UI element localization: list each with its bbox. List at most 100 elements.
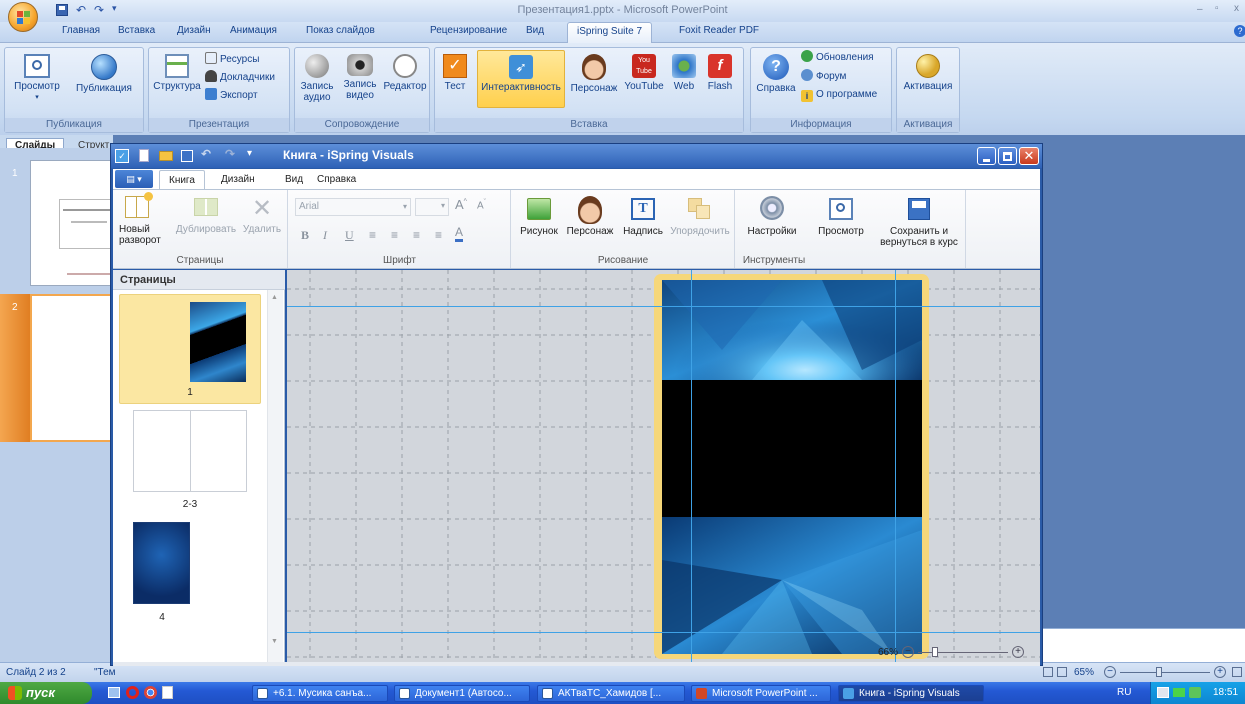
guide-line-vertical[interactable] — [895, 270, 896, 662]
maximize-button[interactable] — [998, 147, 1017, 165]
redo-icon[interactable]: ↷ — [225, 147, 235, 161]
flash-button[interactable]: f Flash — [703, 54, 737, 92]
close-icon[interactable]: x — [1234, 3, 1239, 14]
book-page-cover[interactable] — [662, 280, 922, 654]
help-icon[interactable]: ? — [1234, 25, 1245, 37]
tab-design[interactable]: Дизайн — [221, 174, 255, 185]
new-spread-button[interactable]: Новый разворот — [119, 192, 161, 246]
tab-slideshow[interactable]: Показ слайдов — [306, 25, 375, 36]
network-icon[interactable] — [1157, 687, 1169, 698]
show-desktop-icon[interactable] — [108, 687, 120, 698]
close-button[interactable]: ✕ — [1019, 147, 1039, 165]
opera-icon[interactable] — [126, 686, 139, 699]
tab-view[interactable]: Вид — [526, 25, 544, 36]
help-button[interactable]: ? Справка — [753, 54, 799, 94]
guide-line-horizontal[interactable] — [287, 306, 1040, 307]
page-thumb-1[interactable]: 1 — [119, 294, 261, 404]
slide-thumbnail[interactable] — [30, 160, 114, 286]
tab-animation[interactable]: Анимация — [230, 25, 277, 36]
open-folder-icon[interactable] — [159, 151, 173, 161]
font-color-button[interactable]: A — [455, 226, 464, 242]
tab-review[interactable]: Рецензирование — [430, 25, 507, 36]
language-indicator[interactable]: RU — [1117, 687, 1131, 698]
duplicate-button[interactable]: Дублировать — [171, 196, 241, 235]
sorter-view-icon[interactable] — [1057, 667, 1067, 677]
scroll-up-icon[interactable]: ▲ — [271, 294, 278, 301]
application-menu-button[interactable]: ▤ ▾ — [115, 170, 153, 188]
save-return-button[interactable]: Сохранить и вернуться в курс — [874, 196, 964, 248]
picture-button[interactable]: Рисунок — [516, 196, 562, 237]
page-thumb-2-3[interactable]: 2-3 — [119, 410, 261, 510]
undo-icon[interactable]: ↶ — [201, 147, 211, 161]
italic-button[interactable]: I — [323, 228, 327, 243]
slide-thumbnail[interactable] — [30, 294, 113, 442]
record-video-button[interactable]: Запись видео — [339, 54, 381, 101]
forum-button[interactable]: Форум — [801, 69, 846, 83]
structure-button[interactable]: Структура — [151, 54, 203, 92]
editor-button[interactable]: Редактор — [383, 54, 427, 92]
minimize-icon[interactable]: – — [1197, 4, 1203, 15]
grow-font-icon[interactable]: A^ — [455, 197, 467, 212]
save-icon[interactable] — [181, 150, 193, 162]
settings-button[interactable]: Настройки — [740, 196, 804, 237]
notes-pane[interactable] — [1040, 628, 1245, 662]
tab-ispring-suite[interactable]: iSpring Suite 7 — [567, 22, 653, 43]
ispring-zoom-out-icon[interactable]: − — [902, 646, 914, 658]
taskbar-item-1[interactable]: +6.1. Мусика санъа... — [252, 685, 388, 702]
speakers-button[interactable]: Докладчики — [205, 70, 275, 84]
shrink-font-icon[interactable]: Aˇ — [477, 199, 486, 211]
underline-button[interactable]: U — [345, 228, 354, 243]
align-center-icon[interactable]: ≡ — [391, 228, 398, 242]
volume-icon[interactable] — [1189, 687, 1201, 698]
character-button[interactable]: Персонаж — [567, 54, 621, 94]
record-audio-button[interactable]: Запись аудио — [297, 54, 337, 103]
minimize-button[interactable] — [977, 147, 996, 165]
scroll-down-icon[interactable]: ▼ — [271, 638, 278, 645]
preview-button[interactable]: Просмотр ▾ — [9, 54, 65, 103]
web-button[interactable]: Web — [669, 54, 699, 92]
export-button[interactable]: Экспорт — [205, 88, 258, 102]
zoom-slider[interactable] — [1120, 667, 1210, 677]
ispring-zoom-slider[interactable] — [918, 647, 1008, 657]
font-size-select[interactable]: ▾ — [415, 198, 449, 216]
tab-foxit-reader[interactable]: Foxit Reader PDF — [679, 25, 759, 36]
document-icon[interactable] — [162, 686, 173, 699]
battery-icon[interactable] — [1173, 688, 1185, 697]
align-right-icon[interactable]: ≡ — [413, 228, 420, 242]
office-button[interactable] — [8, 2, 38, 32]
ispring-zoom-in-icon[interactable]: + — [1012, 646, 1024, 658]
guide-line-vertical[interactable] — [691, 270, 692, 662]
page-editor-canvas[interactable] — [287, 270, 1040, 662]
pages-scrollbar[interactable]: ▲ ▼ — [267, 290, 283, 662]
taskbar-item-2[interactable]: Документ1 (Автосо... — [394, 685, 530, 702]
fit-slide-icon[interactable] — [1232, 667, 1242, 677]
youtube-button[interactable]: You Tube YouTube — [621, 54, 667, 92]
tab-insert[interactable]: Вставка — [118, 25, 155, 36]
toolbar-dropdown-icon[interactable]: ▾ — [247, 148, 252, 159]
restore-icon[interactable]: ▫ — [1215, 3, 1219, 14]
page-thumb-4[interactable]: 4 — [119, 522, 261, 623]
caption-button[interactable]: T Надпись — [618, 196, 668, 237]
tab-view[interactable]: Вид — [285, 174, 303, 185]
arrange-button[interactable]: Упорядочить — [668, 196, 732, 237]
guide-line-horizontal[interactable] — [287, 632, 1040, 633]
taskbar-item-3[interactable]: АКТваТС_Хамидов [... — [537, 685, 685, 702]
justify-icon[interactable]: ≡ — [435, 228, 442, 242]
clock[interactable]: 18:51 — [1213, 687, 1238, 698]
bold-button[interactable]: B — [301, 228, 309, 243]
chrome-icon[interactable] — [144, 686, 157, 699]
taskbar-item-4[interactable]: Microsoft PowerPoint ... — [691, 685, 831, 702]
start-button[interactable]: пуск — [0, 682, 92, 704]
interactivity-button[interactable]: ➶ Интерактивность — [477, 50, 565, 108]
delete-button[interactable]: ✕ Удалить — [241, 196, 283, 236]
activation-button[interactable]: Активация — [899, 54, 957, 92]
character-button[interactable]: Персонаж — [562, 196, 618, 237]
tab-design[interactable]: Дизайн — [177, 25, 211, 36]
preview-button[interactable]: Просмотр — [814, 196, 868, 237]
tab-book[interactable]: Книга — [159, 170, 205, 190]
normal-view-icon[interactable] — [1043, 667, 1053, 677]
taskbar-item-5[interactable]: Книга - iSpring Visuals — [838, 685, 984, 702]
tab-help[interactable]: Справка — [317, 174, 356, 185]
resources-button[interactable]: Ресурсы — [205, 52, 259, 66]
align-left-icon[interactable]: ≡ — [369, 228, 376, 242]
